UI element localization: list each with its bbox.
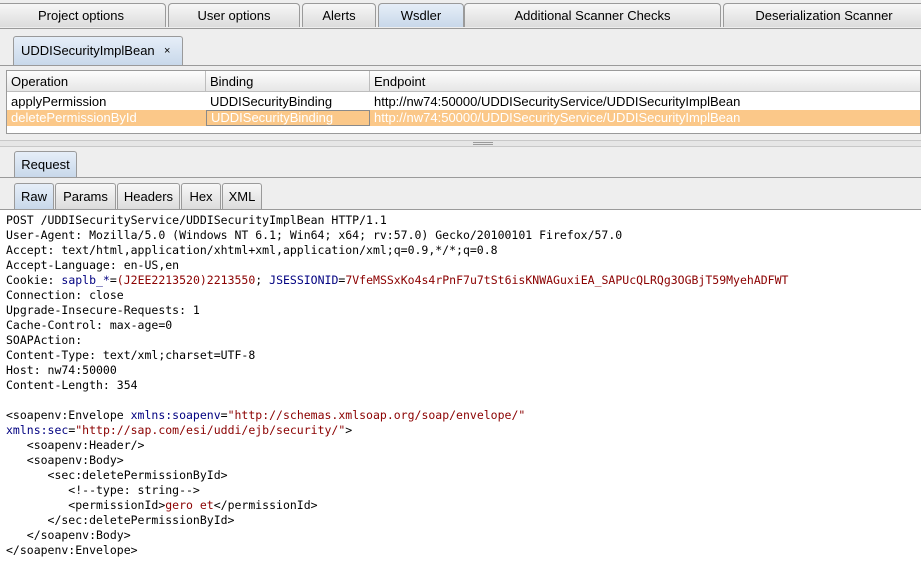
cell-binding: UDDISecurityBinding bbox=[210, 94, 333, 109]
cell-operation: applyPermission bbox=[11, 94, 107, 109]
header-cookie-label: Cookie: bbox=[6, 273, 62, 287]
header-accept: Accept: text/html,application/xhtml+xml,… bbox=[6, 243, 498, 257]
subtab-label: UDDISecurityImplBean bbox=[21, 43, 155, 58]
xml-operation-open: <sec:deletePermissionById> bbox=[6, 468, 228, 482]
header-connection: Connection: close bbox=[6, 288, 124, 302]
xml-comment: <!--type: string--> bbox=[6, 483, 200, 497]
tab-uddi-security-impl-bean[interactable]: UDDISecurityImplBean × bbox=[13, 36, 183, 65]
cookie-value: 7VfeMSSxKo4s4rPnF7u7tSt6isKNWAGuxiEA_SAP… bbox=[345, 273, 789, 287]
cookie-name: saplb_* bbox=[61, 273, 110, 287]
wsdl-tab-area: UDDISecurityImplBean × bbox=[0, 29, 921, 65]
xml-permission-open: <permissionId> bbox=[6, 498, 166, 512]
header-accept-language: Accept-Language: en-US,en bbox=[6, 258, 180, 272]
tab-deserialization-scanner[interactable]: Deserialization Scanner bbox=[723, 3, 921, 27]
request-line: POST /UDDISecurityService/UDDISecurityIm… bbox=[6, 213, 387, 227]
cell-endpoint: http://nw74:50000/UDDISecurityService/UD… bbox=[374, 110, 741, 125]
xml-header: <soapenv:Header/> bbox=[6, 438, 145, 452]
tab-wsdler[interactable]: Wsdler bbox=[378, 3, 464, 27]
cell-endpoint: http://nw74:50000/UDDISecurityService/UD… bbox=[374, 94, 741, 109]
header-cache-control: Cache-Control: max-age=0 bbox=[6, 318, 173, 332]
tab-headers[interactable]: Headers bbox=[117, 183, 180, 209]
tab-alerts[interactable]: Alerts bbox=[302, 3, 376, 27]
xml-attr-name: xmlns:soapenv bbox=[130, 408, 221, 422]
split-pane-divider[interactable] bbox=[0, 140, 921, 147]
operations-table: Operation Binding Endpoint applyPermissi… bbox=[6, 70, 921, 134]
column-header-binding[interactable]: Binding bbox=[206, 71, 370, 92]
xml-operation-close: </sec:deletePermissionById> bbox=[6, 513, 235, 527]
header-content-length: Content-Length: 354 bbox=[6, 378, 138, 392]
xml-envelope-open: <soapenv:Envelope bbox=[6, 408, 131, 422]
close-icon[interactable]: × bbox=[164, 37, 170, 65]
header-upgrade-insecure: Upgrade-Insecure-Requests: 1 bbox=[6, 303, 200, 317]
cookie-value: (J2EE2213520)2213550 bbox=[116, 273, 256, 287]
header-content-type: Content-Type: text/xml;charset=UTF-8 bbox=[6, 348, 256, 362]
xml-tag-close: > bbox=[345, 423, 353, 437]
tab-additional-scanner-checks[interactable]: Additional Scanner Checks bbox=[464, 3, 721, 27]
cell-operation: deletePermissionById bbox=[11, 110, 137, 125]
tab-request[interactable]: Request bbox=[14, 151, 77, 177]
xml-body-close: </soapenv:Body> bbox=[6, 528, 131, 542]
xml-permission-value: gero et bbox=[165, 498, 214, 512]
tab-params[interactable]: Params bbox=[55, 183, 116, 209]
cookie-name: JSESSIONID bbox=[269, 273, 339, 287]
top-tab-bar: Project options User options Alerts Wsdl… bbox=[0, 0, 921, 29]
xml-body-open: <soapenv:Body> bbox=[6, 453, 124, 467]
request-text[interactable]: POST /UDDISecurityService/UDDISecurityIm… bbox=[6, 213, 788, 558]
header-user-agent: User-Agent: Mozilla/5.0 (Windows NT 6.1;… bbox=[6, 228, 623, 242]
tab-raw[interactable]: Raw bbox=[14, 183, 54, 209]
column-header-operation[interactable]: Operation bbox=[7, 71, 206, 92]
drag-handle-icon[interactable] bbox=[473, 142, 493, 145]
table-row[interactable]: applyPermission UDDISecurityBinding http… bbox=[7, 94, 920, 110]
cell-binding: UDDISecurityBinding bbox=[206, 110, 370, 126]
header-host: Host: nw74:50000 bbox=[6, 363, 117, 377]
xml-attr-value: "http://sap.com/esi/uddi/ejb/security/" bbox=[75, 423, 346, 437]
xml-attr-name: xmlns:sec bbox=[6, 423, 69, 437]
tab-user-options[interactable]: User options bbox=[168, 3, 300, 27]
column-header-endpoint[interactable]: Endpoint bbox=[370, 71, 920, 92]
table-row-selected[interactable]: deletePermissionById UDDISecurityBinding… bbox=[7, 110, 920, 126]
xml-envelope-close: </soapenv:Envelope> bbox=[6, 543, 138, 557]
tab-project-options[interactable]: Project options bbox=[0, 3, 166, 27]
raw-request-editor[interactable]: POST /UDDISecurityService/UDDISecurityIm… bbox=[0, 209, 921, 570]
tab-xml[interactable]: XML bbox=[222, 183, 262, 209]
tab-hex[interactable]: Hex bbox=[181, 183, 221, 209]
xml-attr-value: "http://schemas.xmlsoap.org/soap/envelop… bbox=[227, 408, 526, 422]
xml-permission-close: </permissionId> bbox=[213, 498, 318, 512]
request-tab-divider bbox=[0, 177, 921, 178]
header-soapaction: SOAPAction: bbox=[6, 333, 83, 347]
